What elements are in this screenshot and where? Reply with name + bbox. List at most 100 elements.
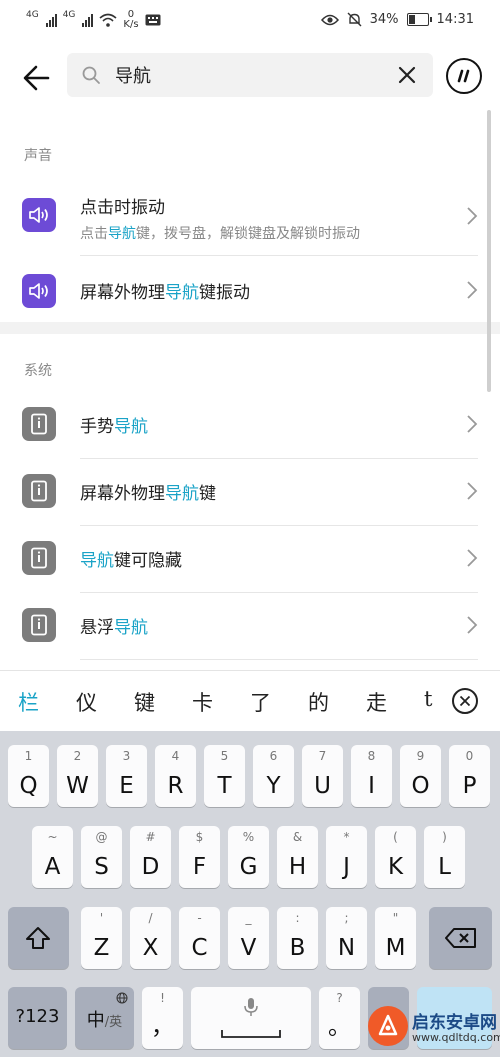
key-m[interactable]: " M — [375, 907, 416, 969]
chevron-right-icon — [467, 415, 478, 433]
sound-icon — [22, 198, 56, 232]
candidate-word[interactable]: 卡 — [192, 687, 213, 717]
clear-icon[interactable] — [397, 65, 417, 85]
key-k[interactable]: (K — [375, 826, 416, 888]
key-u[interactable]: 7U — [302, 745, 343, 807]
key-o[interactable]: 9O — [400, 745, 441, 807]
candidate-word[interactable]: 了 — [250, 687, 271, 717]
candidate-word[interactable]: t — [424, 687, 434, 711]
back-arrow-icon[interactable] — [18, 58, 58, 98]
key-t[interactable]: 5T — [204, 745, 245, 807]
candidate-word[interactable]: 键 — [134, 687, 155, 717]
battery-icon — [406, 13, 432, 26]
result-item-floating-nav[interactable]: 悬浮导航 — [0, 591, 488, 659]
battery-percent: 34% — [369, 12, 399, 27]
period-key[interactable]: ?。 — [319, 987, 360, 1049]
scrollbar[interactable] — [487, 110, 491, 392]
sound-icon — [22, 274, 56, 308]
search-icon — [82, 66, 100, 84]
divider — [80, 659, 478, 660]
shift-key[interactable] — [8, 907, 69, 969]
network-type-2: 4G — [62, 10, 76, 20]
result-title: 导航键可隐藏 — [80, 551, 182, 571]
key-a[interactable]: ~ A — [32, 826, 73, 888]
key-l[interactable]: ) L — [424, 826, 465, 888]
language-switch-key[interactable]: 中/英 — [75, 987, 134, 1049]
result-item-physical-nav-key-vibration[interactable]: 屏幕外物理导航键振动 — [0, 256, 488, 324]
space-bar-icon — [221, 1030, 281, 1038]
eye-icon — [320, 14, 339, 25]
signal-icon — [45, 13, 57, 27]
system-phone-icon — [22, 407, 56, 441]
chevron-right-icon — [467, 207, 478, 225]
candidate-word[interactable]: 仪 — [76, 687, 97, 717]
chevron-right-icon — [467, 616, 478, 634]
key-j[interactable]: * J — [326, 826, 367, 888]
search-input[interactable] — [113, 63, 387, 86]
keyboard-icon — [145, 14, 161, 26]
microphone-icon — [244, 998, 258, 1016]
clock: 14:31 — [436, 12, 474, 27]
section-label-system: 系统 — [24, 363, 52, 379]
shift-icon — [26, 927, 50, 949]
key-b[interactable]: :B — [277, 907, 318, 969]
key-r[interactable]: 4R — [155, 745, 196, 807]
key-g[interactable]: % G — [228, 826, 269, 888]
candidate-bar: 栏 仪 键 卡 了 的 走 t — [0, 670, 500, 731]
key-x[interactable]: / X — [130, 907, 171, 969]
key-p[interactable]: 0P — [449, 745, 490, 807]
result-title: 悬浮导航 — [80, 618, 148, 638]
network-speed: 0 K/s — [123, 9, 139, 30]
key-z[interactable]: ' Z — [81, 907, 122, 969]
chevron-right-icon — [467, 549, 478, 567]
watermark-badge-icon — [368, 1006, 408, 1046]
key-s[interactable]: @ S — [81, 826, 122, 888]
result-title: 点击时振动 — [80, 198, 165, 218]
chevron-right-icon — [467, 482, 478, 500]
voice-assistant-icon[interactable] — [446, 58, 482, 94]
key-f[interactable]: $ F — [179, 826, 220, 888]
key-c[interactable]: -C — [179, 907, 220, 969]
key-e[interactable]: 3E — [106, 745, 147, 807]
backspace-key[interactable] — [429, 907, 492, 969]
comma-key[interactable]: !， — [142, 987, 183, 1049]
system-phone-icon — [22, 541, 56, 575]
watermark-logo: 启东安卓网 www.qdltdq.com — [368, 1000, 500, 1057]
watermark-title: 启东安卓网 — [412, 1013, 497, 1033]
signal-icon-2 — [82, 13, 94, 27]
result-item-tap-vibration[interactable]: 点击时振动 点击导航键，拨号盘，解锁键盘及解锁时振动 — [0, 180, 488, 248]
result-title: 屏幕外物理导航键 — [80, 484, 216, 504]
system-phone-icon — [22, 474, 56, 508]
key-h[interactable]: & H — [277, 826, 318, 888]
chevron-right-icon — [467, 281, 478, 299]
search-bar[interactable] — [67, 53, 433, 97]
system-phone-icon — [22, 608, 56, 642]
status-bar: 4G 4G 0 K/s 34% 14:31 — [0, 0, 500, 44]
section-separator — [0, 322, 500, 334]
result-title: 屏幕外物理导航键振动 — [80, 283, 250, 303]
space-key[interactable] — [191, 987, 311, 1049]
candidate-word[interactable]: 的 — [308, 687, 329, 717]
wifi-icon — [99, 13, 117, 27]
key-w[interactable]: 2W — [57, 745, 98, 807]
key-q[interactable]: 1Q — [8, 745, 49, 807]
section-label-sound: 声音 — [24, 148, 52, 164]
result-item-gesture-nav[interactable]: 手势导航 — [0, 390, 488, 458]
symbols-key[interactable]: ?123 — [8, 987, 67, 1049]
result-item-physical-nav-key[interactable]: 屏幕外物理导航键 — [0, 457, 488, 525]
result-subtitle: 点击导航键，拨号盘，解锁键盘及解锁时振动 — [80, 226, 360, 242]
candidate-word[interactable]: 栏 — [18, 687, 39, 717]
close-candidates-icon[interactable] — [452, 688, 478, 714]
key-v[interactable]: _ V — [228, 907, 269, 969]
result-item-hide-nav-key[interactable]: 导航键可隐藏 — [0, 524, 488, 592]
key-d[interactable]: # D — [130, 826, 171, 888]
key-y[interactable]: 6Y — [253, 745, 294, 807]
backspace-icon — [445, 928, 476, 948]
candidate-word[interactable]: 走 — [366, 687, 387, 717]
globe-icon — [116, 992, 128, 1004]
result-title: 手势导航 — [80, 417, 148, 437]
mute-bell-icon — [347, 12, 362, 27]
key-i[interactable]: 8I — [351, 745, 392, 807]
watermark-url: www.qdltdq.com — [412, 1031, 500, 1044]
key-n[interactable]: ; N — [326, 907, 367, 969]
